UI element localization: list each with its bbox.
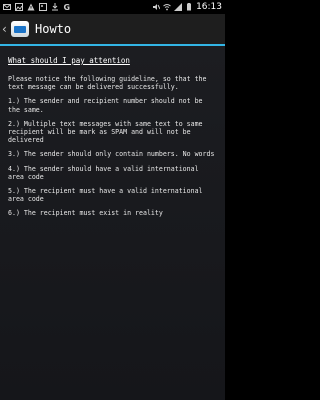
list-item: 5.) The recipient must have a valid inte… — [8, 187, 207, 204]
status-time: 16:13 — [196, 2, 222, 12]
download-icon — [52, 3, 58, 11]
battery-icon — [187, 3, 192, 11]
page-title: Howto — [35, 22, 72, 36]
mute-icon — [153, 4, 161, 10]
list-item: 6.) The recipient must exist in reality — [8, 209, 163, 218]
app-logo-icon[interactable] — [11, 21, 29, 37]
section-heading: What should I pay attention — [8, 56, 130, 65]
list-item: 3.) The sender should only contain numbe… — [8, 150, 215, 159]
howto-content[interactable]: What should I pay attention Please notic… — [0, 46, 225, 400]
google-icon: G — [64, 3, 71, 11]
list-item: 1.) The sender and recipient number shou… — [8, 97, 207, 114]
list-item: 4.) The sender should have a valid inter… — [8, 164, 203, 181]
warning-icon — [27, 3, 35, 11]
wifi-icon — [163, 4, 171, 11]
svg-text:G: G — [64, 3, 71, 11]
list-item: 2.) Multiple text messages with same tex… — [8, 119, 207, 145]
intro-text: Please notice the following guideline, s… — [8, 75, 211, 92]
back-arrow-icon[interactable]: ‹ — [2, 23, 10, 35]
image-icon — [39, 3, 47, 11]
signal-icon — [174, 3, 183, 11]
notification-icons: G — [0, 3, 71, 11]
action-bar[interactable]: ‹ Howto — [0, 14, 225, 46]
system-icons: 16:13 — [152, 2, 225, 12]
status-bar: G 16:13 — [0, 0, 225, 14]
image-icon — [15, 3, 23, 11]
email-icon — [3, 4, 11, 10]
